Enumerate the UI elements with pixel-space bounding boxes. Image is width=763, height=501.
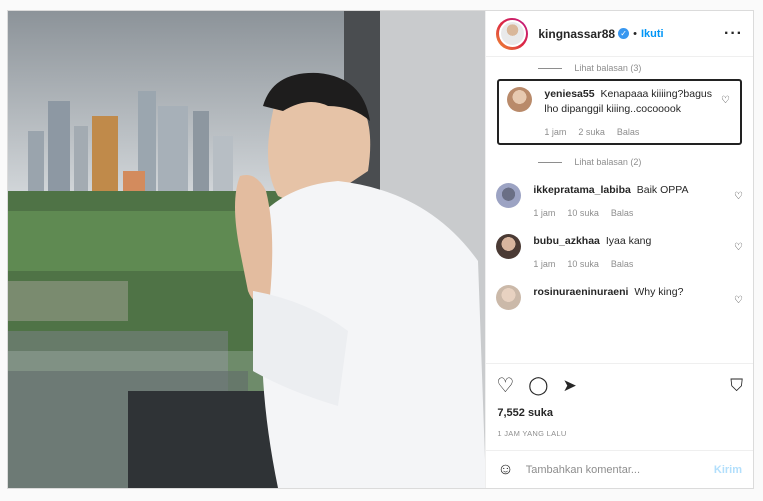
reply-button[interactable]: Balas xyxy=(611,208,634,218)
view-replies-link[interactable]: Lihat balasan (3) xyxy=(486,57,753,79)
comment-username[interactable]: bubu_azkhaa xyxy=(533,235,600,247)
comment-username[interactable]: rosinuraeninuraeni xyxy=(533,286,628,298)
comment-text: ikkepratama_labiba Baik OPPA xyxy=(533,183,704,198)
share-icon[interactable]: ➤ xyxy=(562,376,576,396)
comments-list[interactable]: Lihat balasan (3) yeniesa55 Kenapaaa kii… xyxy=(486,57,753,363)
comment-meta: 1 jam 10 suka Balas xyxy=(533,208,704,218)
comment-likes[interactable]: 10 suka xyxy=(567,259,599,269)
comment-avatar[interactable] xyxy=(496,234,522,259)
post-comment-button[interactable]: Kirim xyxy=(714,464,742,476)
comment-username[interactable]: yeniesa55 xyxy=(544,88,594,100)
author-avatar[interactable] xyxy=(496,17,529,50)
comment-avatar[interactable] xyxy=(496,285,522,310)
comment-meta: 1 jam 2 suka Balas xyxy=(544,127,732,137)
comment-like-heart-icon[interactable]: ♡ xyxy=(721,95,730,106)
comment-input[interactable]: Tambahkan komentar... xyxy=(526,464,640,476)
comment-text: rosinuraeninuraeni Why king? xyxy=(533,285,699,300)
reply-button[interactable]: Balas xyxy=(617,127,640,137)
comment-avatar[interactable] xyxy=(507,87,533,112)
comment-body: Iyaa kang xyxy=(605,235,652,247)
view-replies-link[interactable]: Lihat balasan (2) xyxy=(486,151,753,173)
separator-dot: • xyxy=(633,27,637,40)
comment-likes[interactable]: 10 suka xyxy=(567,208,599,218)
comment-item: yeniesa55 Kenapaaa kiiiing?bagus lho dip… xyxy=(497,79,742,145)
post-side-panel: kingnassar88 ✓ • Ikuti ··· Lihat balasan… xyxy=(485,11,753,488)
comment-meta: 1 jam 10 suka Balas xyxy=(533,259,667,269)
comment-time: 1 jam xyxy=(544,127,567,137)
follow-button[interactable]: Ikuti xyxy=(641,28,664,40)
author-username[interactable]: kingnassar88 xyxy=(538,27,615,41)
comment-item: ikkepratama_labiba Baik OPPA 1 jam 10 suk… xyxy=(486,177,753,224)
comment-time: 1 jam xyxy=(533,208,556,218)
comment-item: rosinuraeninuraeni Why king? ♡ xyxy=(486,279,753,316)
post-actions-bar: ♡ ◯ ➤ ⛉ xyxy=(486,363,753,407)
bookmark-icon[interactable]: ⛉ xyxy=(730,376,743,396)
post-timestamp: 1 JAM YANG LALU xyxy=(497,429,567,438)
post-header: kingnassar88 ✓ • Ikuti ··· xyxy=(486,11,753,57)
comment-like-heart-icon[interactable]: ♡ xyxy=(734,191,743,202)
comment-time: 1 jam xyxy=(533,259,556,269)
comment-body: Baik OPPA xyxy=(636,184,689,196)
add-comment-bar: ☺ Tambahkan komentar... Kirim xyxy=(486,450,753,488)
author-avatar-image xyxy=(498,20,526,47)
comment-like-heart-icon[interactable]: ♡ xyxy=(734,242,743,253)
comment-likes[interactable]: 2 suka xyxy=(578,127,605,137)
comment-body: Why king? xyxy=(634,286,684,298)
reply-button[interactable]: Balas xyxy=(611,259,634,269)
post-photo[interactable] xyxy=(8,11,486,488)
comment-icon[interactable]: ◯ xyxy=(528,375,548,396)
comment-item: bubu_azkhaa Iyaa kang 1 jam 10 suka Balas … xyxy=(486,228,753,275)
comment-like-heart-icon[interactable]: ♡ xyxy=(734,295,743,306)
comment-text: yeniesa55 Kenapaaa kiiiing?bagus lho dip… xyxy=(544,87,732,117)
instagram-post-modal: kingnassar88 ✓ • Ikuti ··· Lihat balasan… xyxy=(7,10,754,489)
view-replies-label: Lihat balasan (3) xyxy=(574,63,642,73)
like-heart-icon[interactable]: ♡ xyxy=(496,373,514,398)
view-replies-label: Lihat balasan (2) xyxy=(574,157,642,167)
comment-text: bubu_azkhaa Iyaa kang xyxy=(533,234,667,249)
emoji-icon[interactable]: ☺ xyxy=(497,461,513,479)
comment-username[interactable]: ikkepratama_labiba xyxy=(533,184,630,196)
likes-count[interactable]: 7,552 suka xyxy=(486,407,753,419)
more-options-icon[interactable]: ··· xyxy=(724,25,743,43)
comment-avatar[interactable] xyxy=(496,183,522,208)
post-image xyxy=(8,11,486,488)
verified-badge-icon: ✓ xyxy=(618,28,630,39)
